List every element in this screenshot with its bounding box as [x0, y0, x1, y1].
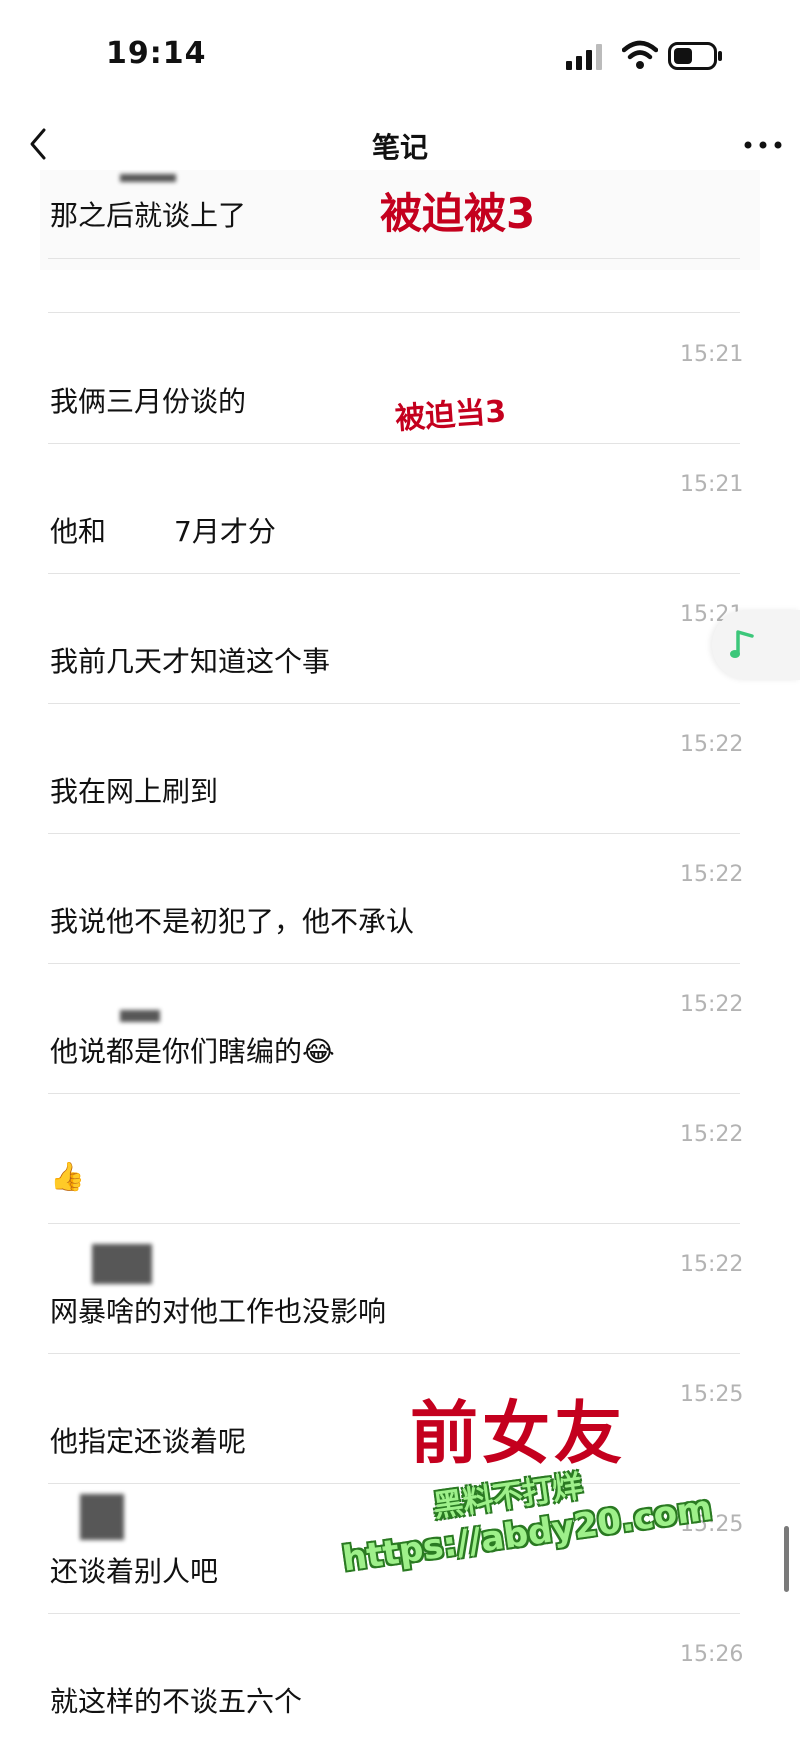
message-text: 他说都是你们瞎编的😂	[50, 1030, 335, 1070]
laughing-crying-emoji: 😂	[302, 1035, 335, 1068]
redaction-mark	[120, 1010, 160, 1022]
divider	[48, 1483, 740, 1484]
divider	[48, 1613, 740, 1614]
message-text: 网暴啥的对他工作也没影响	[50, 1295, 387, 1328]
message-text: 我前几天才知道这个事	[50, 645, 331, 678]
message-text-body: 他说都是你们瞎编的	[50, 1035, 303, 1068]
message-text: 我俩三月份谈的	[50, 385, 247, 418]
redaction-mark	[80, 1494, 124, 1540]
divider	[48, 833, 740, 834]
message-time: 15:22	[680, 732, 744, 757]
overlay-label: 前女友	[410, 1395, 627, 1474]
divider	[48, 312, 740, 313]
status-bar: 19:14	[0, 0, 800, 110]
thumbs-up-emoji: 👍	[50, 1160, 85, 1193]
message-text: 他指定还谈着呢	[50, 1425, 247, 1458]
overlay-label: 被迫被3	[380, 189, 536, 238]
floating-music-tab[interactable]	[712, 610, 800, 680]
wifi-icon	[622, 40, 658, 69]
message-time: 15:21	[680, 342, 744, 367]
divider	[48, 1353, 740, 1354]
music-note-icon	[730, 630, 754, 658]
divider	[48, 258, 740, 259]
message-time: 15:22	[680, 1122, 744, 1147]
signal-icon	[566, 44, 602, 70]
redaction-mark	[120, 174, 176, 182]
divider	[48, 443, 740, 444]
message-time: 15:22	[680, 862, 744, 887]
message-text: 他和	[50, 515, 107, 548]
message-text: 我在网上刷到	[50, 775, 219, 808]
message-time: 15:21	[680, 472, 744, 497]
scrollbar[interactable]	[784, 1526, 789, 1592]
message-text: 还谈着别人吧	[50, 1555, 219, 1588]
redaction-mark	[92, 1244, 152, 1284]
divider	[48, 963, 740, 964]
message-time: 15:22	[680, 992, 744, 1017]
more-icon[interactable]	[740, 130, 786, 160]
message-text: 我说他不是初犯了，他不承认	[50, 905, 415, 938]
divider	[48, 573, 740, 574]
message-time: 15:22	[680, 1252, 744, 1277]
message-text-continued: 7月才分	[174, 515, 276, 548]
page-title: 笔记	[371, 131, 428, 164]
battery-icon	[668, 42, 722, 70]
divider	[48, 1223, 740, 1224]
divider	[48, 1093, 740, 1094]
message-text: 就这样的不谈五六个	[50, 1685, 303, 1718]
divider	[48, 703, 740, 704]
overlay-label: 被迫当3	[394, 394, 508, 437]
message-text: 那之后就谈上了	[50, 199, 247, 232]
message-time: 15:25	[680, 1382, 744, 1407]
message-time: 15:26	[680, 1642, 744, 1667]
status-time: 19:14	[106, 36, 207, 71]
